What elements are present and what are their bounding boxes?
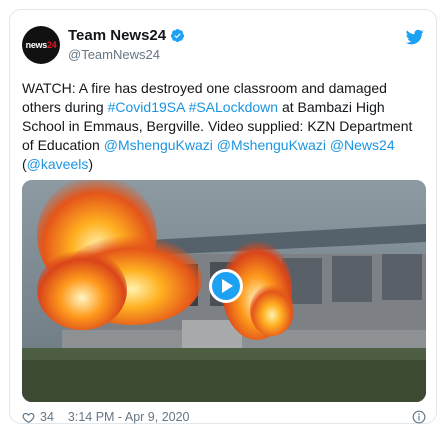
tweet-timestamp[interactable]: 3:14 PM - Apr 9, 2020 [68, 410, 190, 424]
verified-icon [171, 28, 185, 43]
hashtag-link[interactable]: #Covid19SA [108, 99, 185, 115]
avatar-text: news [25, 40, 48, 50]
tweet-text: WATCH: A fire has destroyed one classroo… [22, 79, 426, 174]
likes-count[interactable]: 34 [40, 410, 54, 424]
account-handle[interactable]: @TeamNews24 [68, 47, 160, 62]
tweet-card[interactable]: news 24 Team News24 @TeamNews24 WATCH: A … [9, 9, 437, 424]
mention-link[interactable]: @kaveels [27, 156, 89, 172]
heart-icon[interactable] [22, 411, 35, 424]
mention-link[interactable]: @MshenguKwazi [217, 137, 326, 153]
play-icon[interactable] [209, 269, 243, 303]
mention-link[interactable]: @MshenguKwazi [104, 137, 213, 153]
video-thumbnail[interactable] [22, 180, 426, 402]
hashtag-link[interactable]: #SALockdown [189, 99, 279, 115]
avatar-num: 24 [46, 40, 57, 50]
info-icon[interactable] [412, 410, 426, 424]
account-name[interactable]: Team News24 [68, 27, 166, 44]
twitter-bird-icon[interactable] [406, 28, 424, 46]
name-row: Team News24 [68, 27, 185, 44]
avatar[interactable]: news 24 [22, 26, 60, 64]
tweet-text-part: ) [88, 156, 94, 172]
tweet-footer: 34 3:14 PM - Apr 9, 2020 [22, 410, 426, 424]
mention-link[interactable]: @News24 [330, 137, 395, 153]
